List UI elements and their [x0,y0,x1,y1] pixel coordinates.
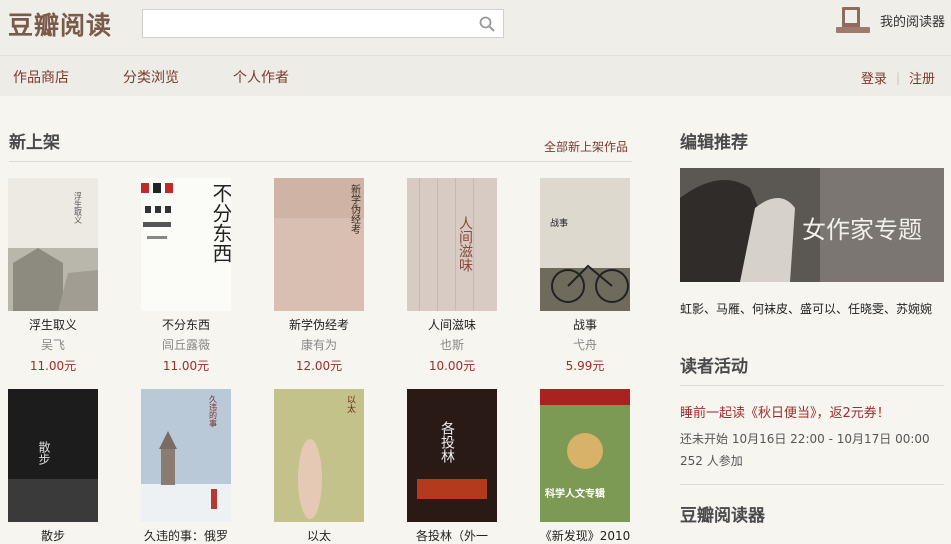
cover-title: 科学人文专辑 [545,487,605,500]
banner-image[interactable]: 女作家专题 [680,168,944,282]
cover-title: 以太 [345,395,356,414]
search-icon[interactable] [479,16,495,32]
event-participants: 252 人参加 [680,454,743,468]
book-title[interactable]: 以太 [263,527,375,544]
cover-title: 战事 [550,217,568,229]
book-title[interactable]: 不分东西 [130,316,242,333]
banner-title: 女作家专题 [802,216,922,244]
book-author[interactable]: 弋舟 [529,336,641,353]
book-title[interactable]: 《新发现》2010 [529,527,641,544]
book-author[interactable]: 吴飞 [0,336,109,353]
douban-reader-title: 豆瓣阅读器 [680,506,765,526]
register-link[interactable]: 注册 [909,68,935,87]
book-price: 5.99元 [565,359,605,373]
book-title[interactable]: 久违的事：俄罗 [130,527,242,544]
book-price: 12.00元 [295,359,343,373]
book-cover[interactable]: 人间滋味 [407,178,497,311]
cover-title: 久违的事 [209,394,218,427]
book-cover[interactable]: 浮生取义 [8,178,98,311]
book-cover[interactable]: 不分东西 [141,178,231,311]
sidebar-divider [680,484,944,485]
book-cover[interactable]: 新学伪经考 [274,178,364,311]
my-reader-link[interactable]: 我的阅读器 [835,6,945,34]
e-reader-icon [835,7,870,33]
event-link[interactable]: 睡前一起读《秋日便当》，返2元券！ [680,402,890,421]
section-divider [9,161,632,162]
sidebar-divider [680,385,944,386]
cover-title: 浮生取义 [74,191,83,224]
book-title[interactable]: 散步 [0,527,109,544]
book-author[interactable]: 康有为 [263,336,375,353]
editor-author-list[interactable]: 虹影、马雁、何袜皮、盛可以、任晓雯、苏婉婉 [680,300,932,317]
editor-banner[interactable]: 女作家专题 [680,168,944,282]
book-title[interactable]: 战事 [529,316,641,333]
nav-item-categories[interactable]: 分类浏览 [123,67,179,87]
cover-title: 人间滋味 [457,216,473,272]
nav-item-authors[interactable]: 个人作者 [233,67,289,87]
book-price: 11.00元 [29,359,77,373]
book-title[interactable]: 浮生取义 [0,316,109,333]
cover-title: 不分东西 [209,183,231,263]
book-title[interactable]: 各投林（外一 [396,527,508,544]
book-cover[interactable]: 以太 [274,389,364,522]
editor-picks-title: 编辑推荐 [680,133,748,153]
book-cover[interactable]: 战事 [540,178,630,311]
book-cover[interactable]: 久违的事 [141,389,231,522]
book-cover[interactable]: 散步 [8,389,98,522]
book-title[interactable]: 新学伪经考 [263,316,375,333]
reader-activity-title: 读者活动 [680,357,748,377]
book-title[interactable]: 人间滋味 [396,316,508,333]
top-bar: 豆瓣阅读 我的阅读器 [0,0,951,56]
search-box[interactable] [142,9,504,38]
nav-bar: 作品商店 分类浏览 个人作者 登录 | 注册 [0,56,951,96]
search-input[interactable] [143,10,473,37]
site-logo[interactable]: 豆瓣阅读 [8,6,112,42]
book-author[interactable]: 闾丘露薇 [130,336,242,353]
book-author[interactable]: 也斯 [396,336,508,353]
login-link[interactable]: 登录 [861,68,887,87]
cover-title: 新学伪经考 [349,183,361,235]
my-reader-label[interactable]: 我的阅读器 [880,11,945,30]
auth-separator: | [895,70,900,85]
book-price: 11.00元 [162,359,210,373]
auth-links: 登录 | 注册 [861,68,935,88]
book-cover[interactable]: 各投林 [407,389,497,522]
event-time: 还未开始 10月16日 22:00 - 10月17日 00:00 [680,432,930,446]
new-arrivals-title: 新上架 [9,133,60,153]
book-price: 10.00元 [428,359,476,373]
cover-title: 散步 [37,440,51,465]
cover-title: 各投林 [439,421,455,463]
nav-item-store[interactable]: 作品商店 [13,67,69,87]
book-cover[interactable]: 科学人文专辑 [540,389,630,522]
all-new-arrivals-link[interactable]: 全部新上架作品 [544,138,628,155]
